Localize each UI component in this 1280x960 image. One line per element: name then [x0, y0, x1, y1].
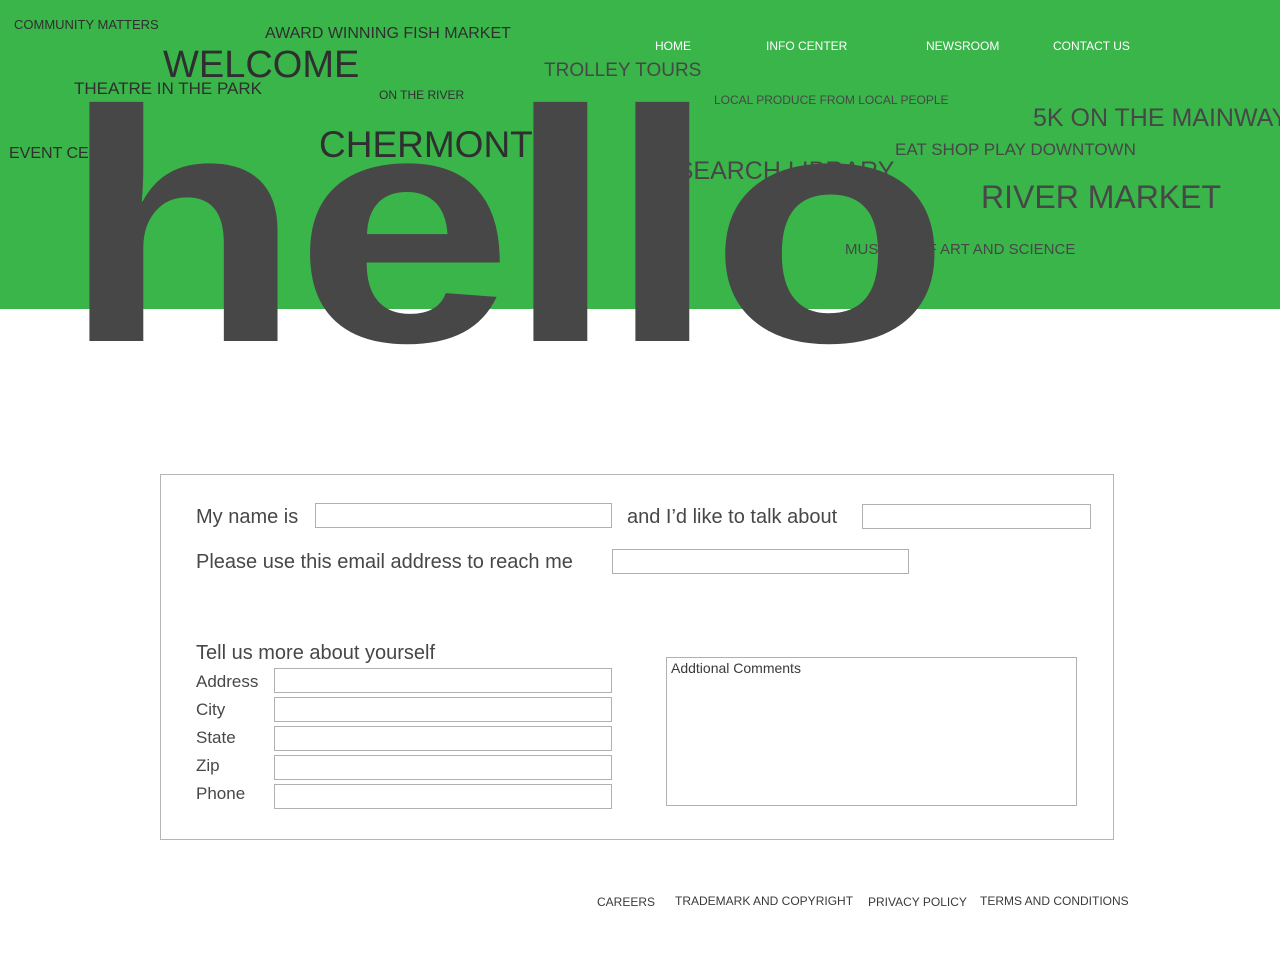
city-label: City	[196, 700, 226, 719]
phone-input[interactable]	[274, 784, 612, 809]
state-label: State	[196, 728, 236, 747]
word-river-market: RIVER MARKET	[981, 179, 1222, 215]
address-label: Address	[196, 672, 259, 691]
topic-label: and I’d like to talk about	[627, 506, 838, 528]
about-yourself-heading: Tell us more about yourself	[196, 642, 436, 664]
nav-home[interactable]: HOME	[655, 40, 691, 52]
footer-careers[interactable]: CAREERS	[597, 896, 655, 908]
word-5k-mainway: 5K ON THE MAINWAY	[1033, 104, 1280, 132]
nav-newsroom[interactable]: NEWSROOM	[926, 40, 999, 52]
word-fish-market: AWARD WINNING FISH MARKET	[265, 25, 511, 42]
state-input[interactable]	[274, 726, 612, 751]
city-input[interactable]	[274, 697, 612, 722]
topic-input[interactable]	[862, 504, 1091, 529]
footer-privacy-policy[interactable]: PRIVACY POLICY	[868, 896, 967, 908]
footer-trademark[interactable]: TRADEMARK AND COPYRIGHT	[675, 895, 853, 907]
hello-heading: hello	[62, 42, 950, 411]
footer-terms[interactable]: TERMS AND CONDITIONS	[980, 895, 1129, 907]
additional-comments-textarea[interactable]	[666, 657, 1077, 806]
phone-label: Phone	[196, 784, 246, 803]
nav-contact-us[interactable]: CONTACT US	[1053, 40, 1130, 52]
email-label: Please use this email address to reach m…	[196, 551, 573, 573]
zip-input[interactable]	[274, 755, 612, 780]
name-label: My name is	[196, 506, 299, 528]
email-input[interactable]	[612, 549, 909, 574]
nav-info-center[interactable]: INFO CENTER	[766, 40, 847, 52]
zip-label: Zip	[196, 756, 220, 775]
word-community-matters: COMMUNITY MATTERS	[14, 17, 159, 32]
address-input[interactable]	[274, 668, 612, 693]
name-input[interactable]	[315, 503, 612, 528]
